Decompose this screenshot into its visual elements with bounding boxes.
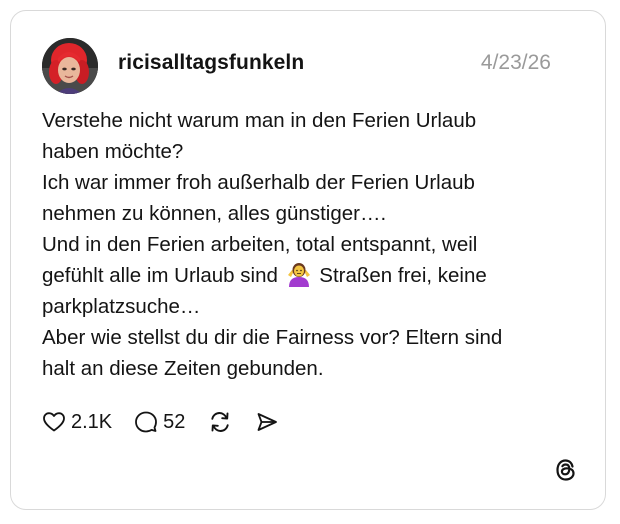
avatar-image [42,38,98,94]
post-line: haben möchte? [42,140,184,163]
post-card: ricisalltagsfunkeln 4/23/26 Verstehe nic… [10,10,606,510]
post-body: Verstehe nicht warum man in den Ferien U… [42,105,582,384]
like-button[interactable]: 2.1K [42,410,112,434]
post-line-part: Straßen frei, keine [319,264,487,287]
avatar[interactable] [42,38,98,94]
reply-button[interactable]: 52 [134,410,185,434]
post-actions: 2.1K 52 [42,407,301,437]
comment-icon [135,411,158,433]
repost-button[interactable] [207,409,233,435]
post-line: Und in den Ferien arbeiten, total entspa… [42,233,478,256]
post-date: 4/23/26 [480,51,551,74]
post-line: parkplatzsuche… [42,295,201,318]
person-shrugging-emoji-icon [287,263,310,287]
reply-count: 52 [163,410,186,433]
post-line-part: gefühlt alle im Urlaub sind [42,264,278,287]
post-line: Verstehe nicht warum man in den Ferien U… [42,109,477,132]
like-count: 2.1K [71,410,113,433]
post-line: nehmen zu können, alles günstiger…. [42,202,387,225]
username[interactable]: ricisalltagsfunkeln [118,51,304,75]
threads-logo-icon[interactable] [553,457,579,483]
post-line: halt an diese Zeiten gebunden. [42,357,324,380]
heart-icon [43,412,65,432]
send-icon [258,413,278,431]
post-line: Aber wie stellst du dir die Fairness vor… [42,326,503,349]
post-line: Ich war immer froh außerhalb der Ferien … [42,171,475,194]
share-button[interactable] [255,410,279,434]
post-line-with-emoji: gefühlt alle im Urlaub sind Straßen frei… [42,260,582,291]
repost-icon [211,412,230,432]
